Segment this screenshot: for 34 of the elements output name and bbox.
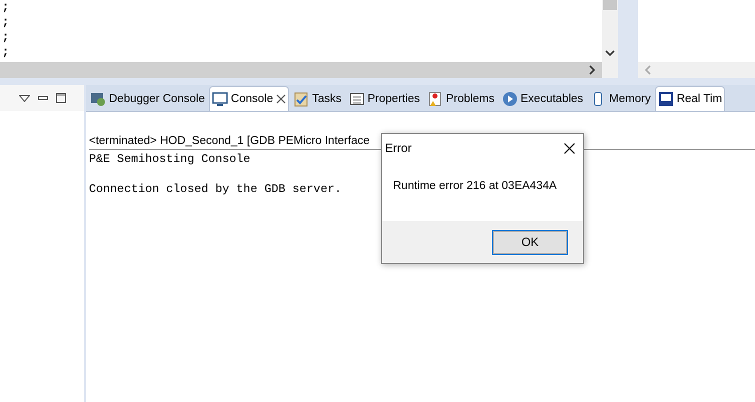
chevron-down-icon[interactable] [605, 50, 615, 58]
view-tab[interactable]: Properties [346, 86, 423, 111]
debug-console-icon [90, 91, 106, 107]
monitor-icon [212, 91, 228, 107]
view-tab[interactable]: Tasks [290, 86, 345, 111]
ok-button[interactable]: OK [493, 230, 567, 254]
console-line: Connection closed by the GDB server. [89, 182, 342, 197]
vertical-scrollbar[interactable] [602, 0, 618, 78]
code-line: ; [2, 15, 10, 30]
error-message: Runtime error 216 at 03EA434A [393, 180, 557, 192]
scroll-thumb-icon[interactable] [603, 0, 617, 10]
problem-report-icon [426, 91, 443, 107]
view-tab[interactable]: Debugger Console [87, 86, 208, 111]
code-line: ; [2, 45, 10, 60]
maximize-icon[interactable] [56, 93, 66, 103]
view-tab[interactable]: Memory [587, 86, 654, 111]
list-icon [348, 91, 365, 107]
pe-logo-icon [658, 91, 674, 107]
play-icon [502, 91, 518, 107]
view-tab[interactable]: Problems [424, 86, 498, 111]
horizontal-scrollbar[interactable] [638, 62, 755, 78]
code-line: ; [2, 30, 10, 45]
close-icon[interactable] [276, 94, 286, 104]
close-icon[interactable] [564, 142, 575, 154]
clipboard-check-icon [293, 91, 310, 107]
view-tab[interactable]: Executables [498, 86, 586, 111]
minimize-icon[interactable] [38, 96, 48, 100]
view-tab[interactable]: Console [208, 86, 290, 111]
view-tab[interactable]: Real Tim [654, 86, 726, 111]
chevron-right-icon[interactable] [588, 65, 596, 75]
console-line: P&E Semihosting Console [89, 152, 250, 167]
view-menu-icon[interactable] [19, 94, 30, 102]
horizontal-scrollbar[interactable] [0, 62, 602, 78]
code-line: ; [2, 0, 10, 15]
